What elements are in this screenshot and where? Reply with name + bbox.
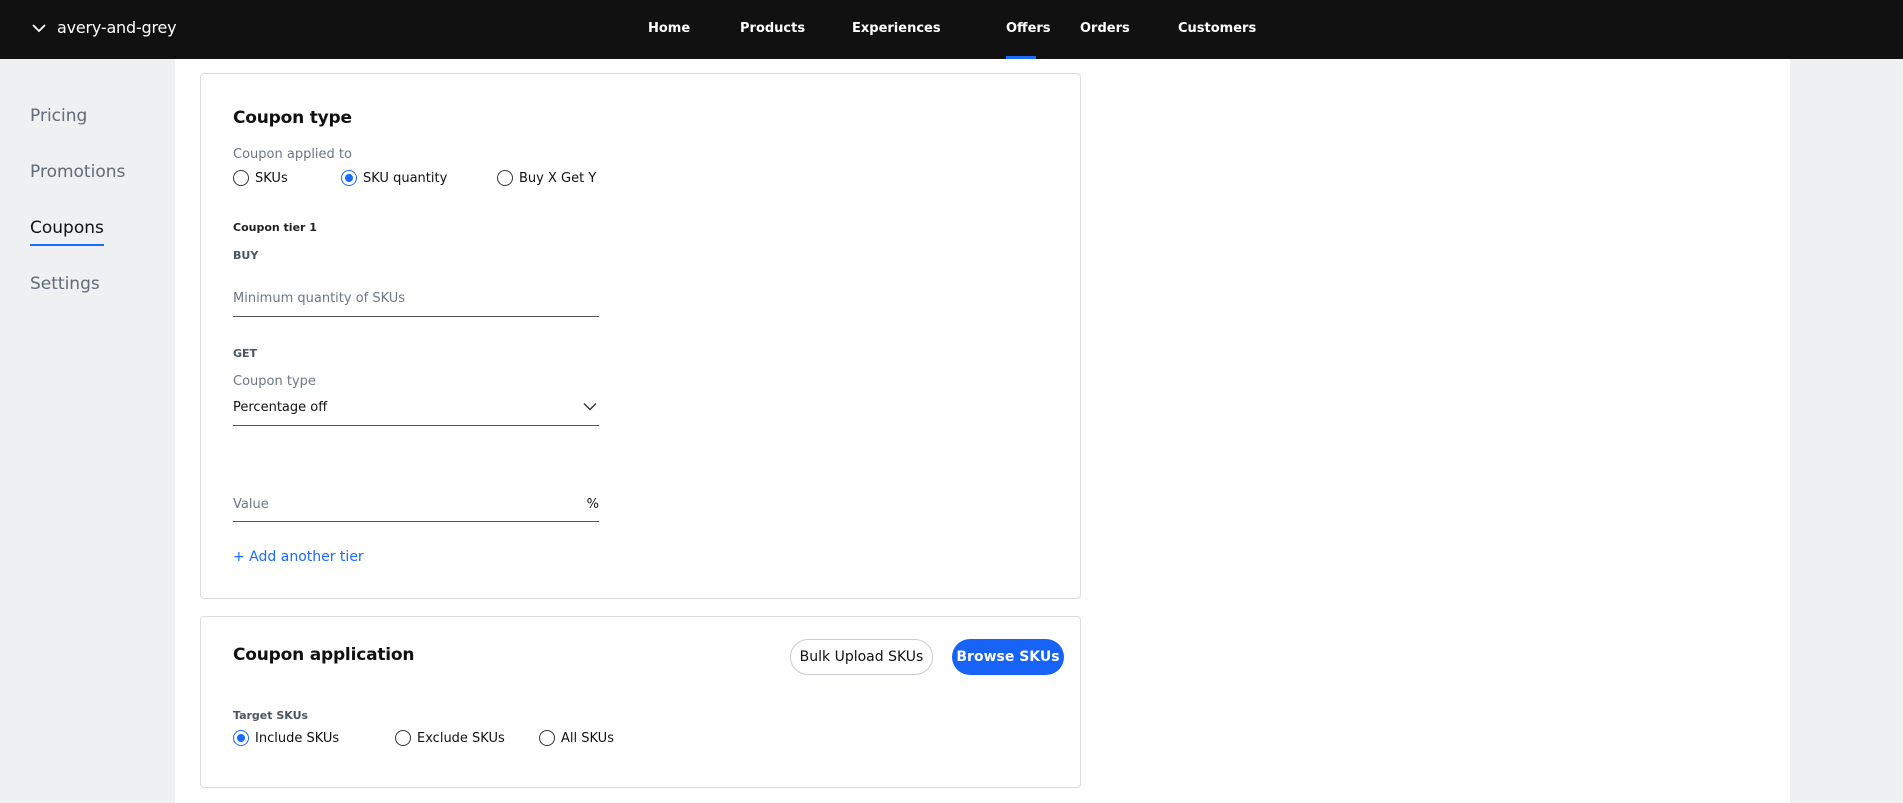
radio-circle	[395, 730, 411, 746]
radio-include-skus[interactable]: Include SKUs	[233, 730, 339, 746]
nav-home[interactable]: Home	[648, 0, 690, 59]
radio-exclude-skus[interactable]: Exclude SKUs	[395, 730, 505, 746]
store-name: avery-and-grey	[57, 18, 177, 37]
coupon-tier-title: Coupon tier 1	[233, 221, 317, 234]
value-input[interactable]: Value %	[233, 479, 599, 522]
radio-label: Include SKUs	[255, 730, 340, 746]
sidebar-item-promotions[interactable]: Promotions	[30, 162, 125, 182]
bulk-upload-skus-button[interactable]: Bulk Upload SKUs	[790, 639, 933, 675]
coupon-type-select-label: Coupon type	[233, 374, 316, 389]
value-placeholder: Value	[233, 497, 269, 512]
radio-label: SKU quantity	[363, 170, 448, 186]
radio-label: Exclude SKUs	[417, 730, 505, 746]
applied-to-label: Coupon applied to	[233, 147, 352, 162]
coupon-type-select[interactable]: Coupon type Percentage off	[233, 374, 599, 426]
store-switcher[interactable]: avery-and-grey	[32, 18, 177, 37]
coupon-type-card: Coupon type Coupon applied to SKUs SKU q…	[200, 73, 1081, 599]
radio-skus[interactable]: SKUs	[233, 170, 288, 186]
radio-label: SKUs	[255, 170, 288, 186]
sidebar-item-pricing[interactable]: Pricing	[30, 106, 87, 126]
coupon-type-select-value: Percentage off	[233, 400, 328, 415]
nav-products[interactable]: Products	[740, 0, 805, 59]
main-content: Coupon type Coupon applied to SKUs SKU q…	[175, 59, 1790, 803]
minimum-quantity-placeholder: Minimum quantity of SKUs	[233, 291, 406, 306]
radio-circle-selected	[341, 170, 357, 186]
radio-circle	[233, 170, 249, 186]
browse-skus-button[interactable]: Browse SKUs	[952, 639, 1064, 675]
radio-all-skus[interactable]: All SKUs	[539, 730, 614, 746]
radio-circle-selected	[233, 730, 249, 746]
chevron-down-icon	[583, 396, 597, 415]
sidebar-item-coupons[interactable]: Coupons	[30, 218, 104, 246]
coupon-type-heading: Coupon type	[233, 108, 352, 128]
offers-sidebar: Pricing Promotions Coupons Settings	[0, 59, 175, 803]
chevron-down-icon	[32, 23, 46, 33]
radio-label: Buy X Get Y	[519, 170, 597, 186]
get-label: GET	[233, 347, 258, 360]
coupon-application-card: Coupon application Bulk Upload SKUs Brow…	[200, 616, 1081, 788]
radio-sku-quantity[interactable]: SKU quantity	[341, 170, 447, 186]
nav-experiences[interactable]: Experiences	[852, 0, 941, 59]
buy-label: BUY	[233, 249, 259, 262]
radio-label: All SKUs	[561, 730, 614, 746]
sidebar-item-settings[interactable]: Settings	[30, 274, 100, 294]
radio-buy-x-get-y[interactable]: Buy X Get Y	[497, 170, 596, 186]
nav-customers[interactable]: Customers	[1178, 0, 1256, 59]
radio-circle	[497, 170, 513, 186]
nav-orders[interactable]: Orders	[1080, 0, 1130, 59]
coupon-application-heading: Coupon application	[233, 645, 415, 665]
percent-suffix: %	[586, 497, 599, 512]
radio-circle	[539, 730, 555, 746]
nav-offers[interactable]: Offers	[1006, 0, 1051, 59]
top-navigation-bar: avery-and-grey Home Products Experiences…	[0, 0, 1903, 59]
add-another-tier-link[interactable]: + Add another tier	[233, 549, 364, 565]
target-skus-label: Target SKUs	[233, 709, 309, 722]
minimum-quantity-input[interactable]: Minimum quantity of SKUs	[233, 284, 599, 317]
